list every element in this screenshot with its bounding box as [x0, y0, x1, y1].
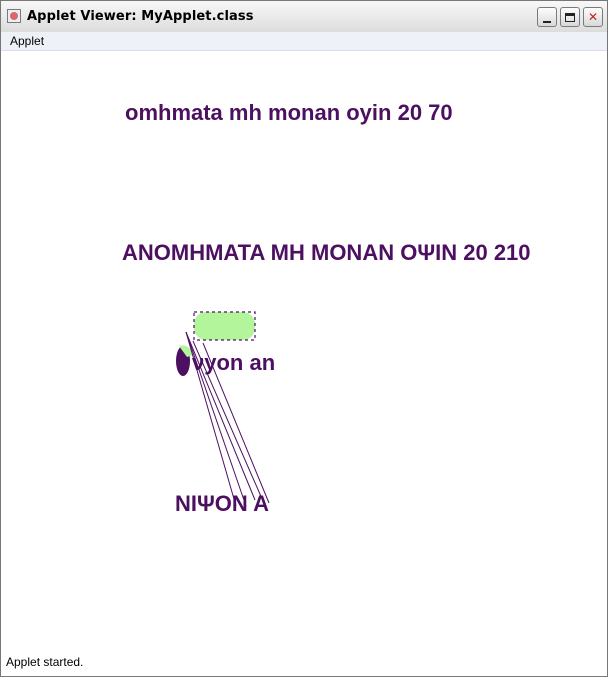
minimize-icon [543, 20, 551, 23]
drawn-text-line2: ANOMHMATA MH MONAN OΨIN 20 210 [122, 240, 531, 265]
menu-applet[interactable]: Applet [10, 34, 44, 48]
close-icon: ✕ [587, 10, 599, 24]
applet-drawing: omhmata mh monan oyin 20 70 ANOMHMATA MH… [122, 100, 531, 516]
menu-bar: Applet [1, 32, 607, 51]
java-applet-icon[interactable] [7, 9, 21, 23]
drawn-text-line3: νyon an [192, 350, 275, 375]
minimize-button[interactable] [537, 7, 557, 27]
drawn-text-line1: omhmata mh monan oyin 20 70 [125, 100, 453, 125]
drawn-text-line4: NIΨON A [175, 491, 269, 516]
applet-canvas: omhmata mh monan oyin 20 70 ANOMHMATA MH… [3, 51, 605, 653]
maximize-icon [565, 12, 575, 22]
maximize-button[interactable] [560, 7, 580, 27]
applet-viewer-window: Applet Viewer: MyApplet.class ✕ Applet o… [0, 0, 608, 677]
status-bar-text: Applet started. [6, 655, 84, 669]
window-title: Applet Viewer: MyApplet.class [27, 9, 254, 24]
title-bar[interactable]: Applet Viewer: MyApplet.class ✕ [1, 1, 607, 33]
green-rounded-rect [194, 312, 255, 340]
close-button[interactable]: ✕ [583, 7, 603, 27]
